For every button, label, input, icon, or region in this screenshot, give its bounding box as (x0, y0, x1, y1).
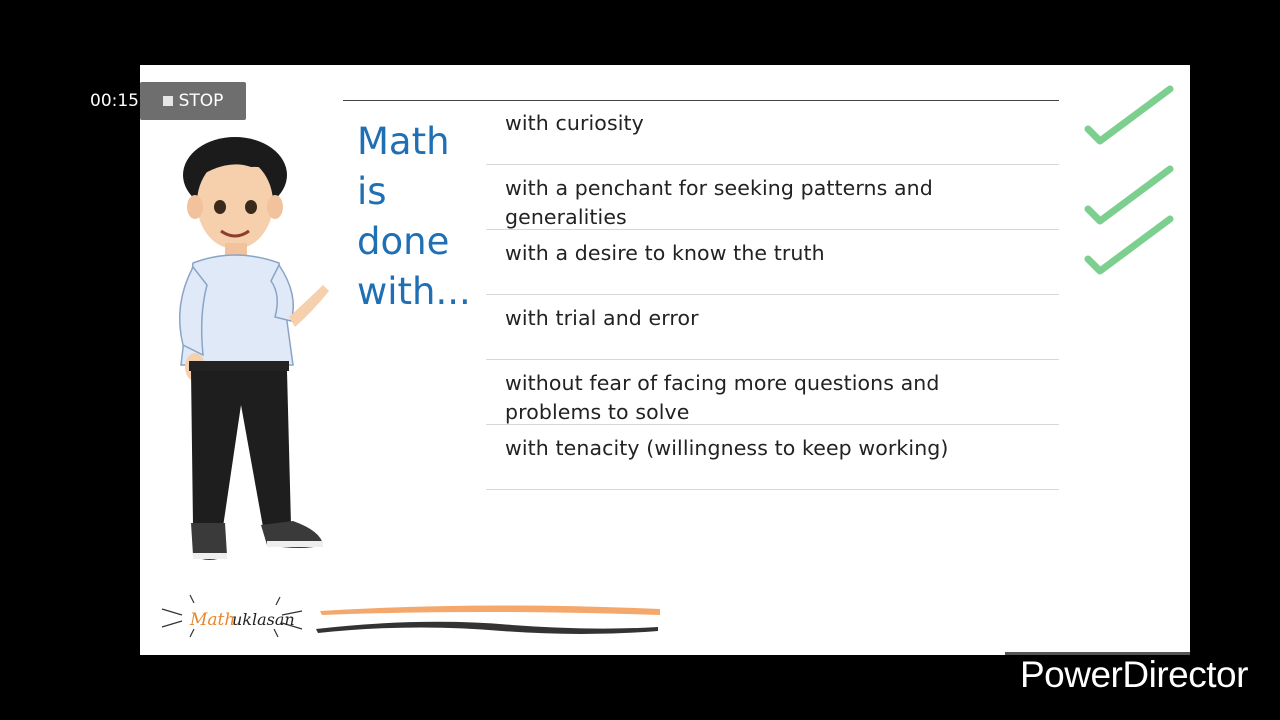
slide-title: Math is done with... (357, 117, 497, 317)
list-item-text: with tenacity (willingness to keep worki… (505, 436, 949, 460)
list-item: without fear of facing more questions an… (486, 361, 1059, 425)
powerdirector-watermark: PowerDirector (1020, 654, 1248, 695)
list-item: with a desire to know the truth (486, 231, 1059, 295)
stop-icon (162, 96, 173, 106)
svg-text:uklasan: uklasan (232, 610, 295, 629)
list-item: with a penchant for seeking patterns and… (486, 166, 1059, 230)
list-item: with tenacity (willingness to keep worki… (486, 426, 1059, 490)
checkmark-icon (1084, 85, 1174, 145)
list-item-text: with a desire to know the truth (505, 241, 825, 265)
list-item-text: with curiosity (505, 111, 644, 135)
svg-text:Math: Math (189, 610, 235, 630)
checkmark-icon (1084, 215, 1174, 275)
list-item-text: with trial and error (505, 306, 699, 330)
title-line-3: done (357, 220, 450, 263)
list-item: with curiosity (486, 101, 1059, 165)
title-line-1: Math (357, 120, 450, 163)
recording-bar: 00:15 STOP (90, 82, 246, 120)
title-line-4: with... (357, 270, 471, 313)
stop-recording-button[interactable]: STOP (140, 82, 246, 120)
brush-stroke-decoration (316, 605, 660, 634)
slide: Math is done with... with curiosity with… (140, 65, 1190, 655)
list-item-text: without fear of facing more questions an… (505, 371, 940, 424)
list-item: with trial and error (486, 296, 1059, 360)
recording-timer: 00:15 (90, 91, 139, 111)
title-line-2: is (357, 170, 387, 213)
mathuklasan-logo: Math uklasan (161, 594, 303, 638)
teacher-avatar-illustration (178, 137, 329, 560)
list-item-text: with a penchant for seeking patterns and… (505, 176, 933, 229)
stop-button-label: STOP (178, 91, 224, 111)
